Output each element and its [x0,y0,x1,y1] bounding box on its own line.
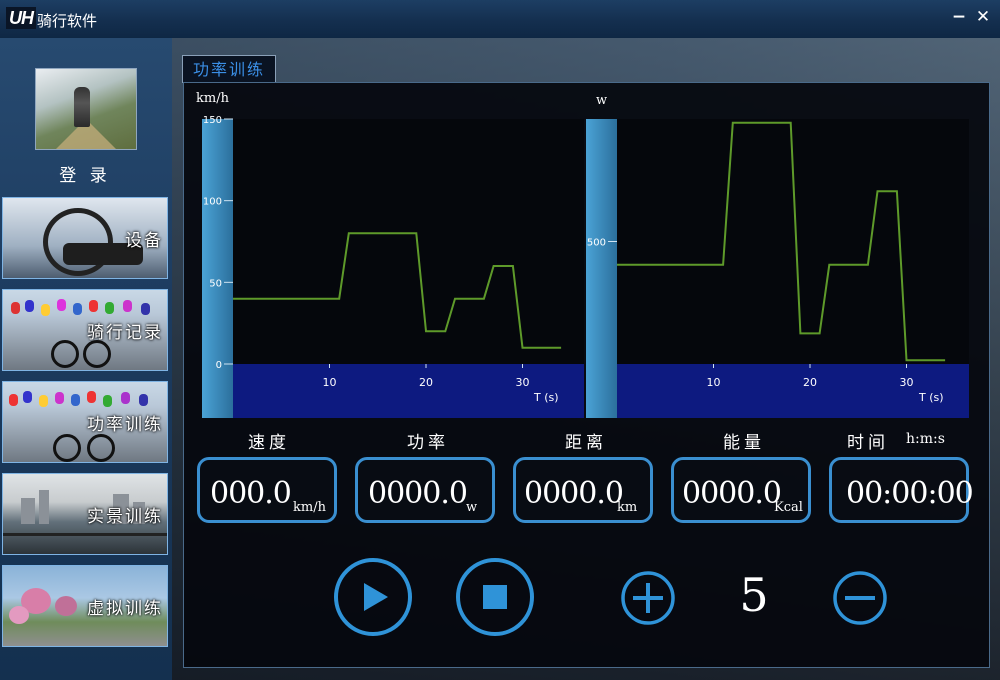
close-button[interactable]: ✕ [972,6,994,28]
x-axis-band [617,364,969,418]
sidebar: 登 录 设备 骑行记录 功率训练 实景训练 虚拟训练 [0,38,172,680]
energy-unit: Kcal [774,500,803,515]
power-display: 0000.0 w [355,457,495,523]
y-tick-label: 150 [203,115,222,126]
y-axis-label: km/h [196,91,230,106]
sidebar-item-label: 功率训练 [87,415,163,435]
x-axis-label: T (s) [533,391,559,404]
x-tick-label: 30 [900,376,914,389]
resistance-level: 5 [739,568,769,622]
play-icon [364,583,388,611]
energy-value: 0000.0 [682,476,782,511]
sidebar-item-ride-records[interactable]: 骑行记录 [2,289,168,371]
login-avatar-photo [35,68,137,150]
x-axis-label: T (s) [918,391,944,404]
x-tick-label: 10 [707,376,721,389]
sidebar-item-label: 骑行记录 [87,323,163,343]
power-value: 0000.0 [368,476,468,511]
x-tick-label: 10 [323,376,337,389]
stop-button[interactable] [455,557,535,637]
sidebar-item-live-training[interactable]: 实景训练 [2,473,168,555]
y-axis-band [586,119,617,418]
sidebar-item-virtual-training[interactable]: 虚拟训练 [2,565,168,647]
speed-chart: km/h 0 50 100 150 10 20 30T (s) [196,91,584,418]
sidebar-item-power-training[interactable]: 功率训练 [2,381,168,463]
x-tick-label: 20 [419,376,433,389]
time-value: 00:00:00 [846,476,974,511]
plus-icon [633,583,663,613]
distance-display: 0000.0 km [513,457,653,523]
y-tick-label: 50 [209,278,222,289]
power-title: 功率 [407,433,449,453]
sidebar-item-device[interactable]: 设备 [2,197,168,279]
x-tick-label: 20 [803,376,817,389]
decrease-level-button[interactable] [832,570,888,626]
y-tick-label: 100 [203,197,222,208]
energy-display: 0000.0 Kcal [671,457,811,523]
distance-value: 0000.0 [524,476,624,511]
time-display: 00:00:00 [829,457,974,523]
y-axis-band [202,119,233,418]
app-title: 骑行软件 [37,12,98,30]
y-tick-label: 0 [216,360,222,371]
increase-level-button[interactable] [620,570,676,626]
speed-display: 000.0 km/h [197,457,337,523]
time-title: 时间 [847,433,889,453]
y-axis-label: w [596,93,607,108]
sidebar-item-label: 实景训练 [87,507,163,527]
y-tick-label: 500 [587,238,606,249]
power-training-charts: km/h05010015010 20 30T (s) w50010 20 30T (s) [196,91,969,418]
stop-icon [483,585,507,609]
x-axis-band [233,364,584,418]
time-unit-label: h:m:s [906,431,945,447]
speed-value: 000.0 [210,476,292,511]
energy-title: 能量 [723,433,765,453]
title-bar: UH 骑行软件 − ✕ [0,0,1000,39]
play-button[interactable] [333,557,413,637]
power-chart: w 500 10 20 30 T (s) [586,93,969,418]
login-label: 登 录 [59,166,111,186]
speed-unit: km/h [293,500,326,515]
distance-title: 距离 [565,433,607,453]
login-button[interactable]: 登 录 [2,46,168,193]
x-tick-label: 30 [516,376,530,389]
tab-power-training[interactable]: 功率训练 [182,55,276,83]
sidebar-item-label: 设备 [125,231,163,251]
minus-icon [845,596,875,600]
plot-area [233,119,584,364]
minimize-button[interactable]: − [948,6,970,28]
sidebar-item-label: 虚拟训练 [87,599,163,619]
distance-unit: km [617,500,638,515]
power-unit: w [466,500,478,515]
app-logo: UH [6,7,36,29]
speed-title: 速度 [248,433,290,453]
